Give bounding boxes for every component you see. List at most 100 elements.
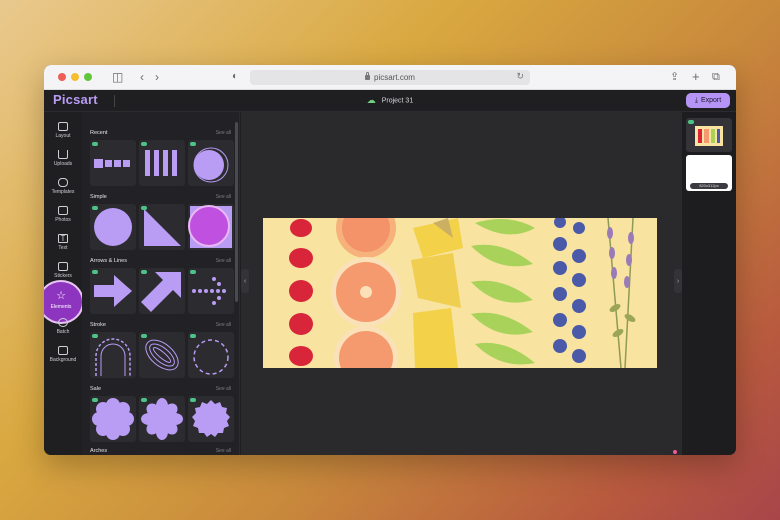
collapse-left-panel-button[interactable]: ‹ bbox=[241, 269, 249, 293]
square-selected-shape bbox=[188, 205, 232, 248]
arrow-diagonal-shape bbox=[141, 272, 181, 312]
premium-badge bbox=[688, 120, 694, 124]
circle-rings-shape bbox=[193, 147, 229, 183]
element-tile-square-selected[interactable] bbox=[188, 204, 234, 250]
circle-shape bbox=[94, 208, 132, 246]
premium-badge bbox=[141, 334, 147, 338]
panel-scrollbar[interactable] bbox=[235, 122, 238, 302]
element-tile-striped-ellipse[interactable] bbox=[139, 332, 185, 378]
premium-badge bbox=[190, 334, 196, 338]
back-icon[interactable]: ‹ bbox=[140, 69, 144, 85]
element-tile-arrow-diagonal[interactable] bbox=[139, 268, 185, 314]
see-all-link[interactable]: See all bbox=[216, 258, 231, 264]
dotted-arrow-shape bbox=[192, 277, 226, 305]
share-icon[interactable]: ⇪ bbox=[670, 69, 679, 85]
see-all-link[interactable]: See all bbox=[216, 386, 231, 392]
rail-item-elements[interactable]: ☆ Elements bbox=[44, 282, 82, 322]
rail-item-batch[interactable]: Batch bbox=[44, 318, 82, 335]
thumbnail-preview bbox=[695, 126, 723, 146]
element-tile-dashed-ring[interactable] bbox=[188, 332, 234, 378]
premium-badge bbox=[92, 206, 98, 210]
element-tile-circle[interactable] bbox=[90, 204, 136, 250]
reload-icon[interactable]: ↻ bbox=[516, 71, 524, 82]
page-thumbnail-2[interactable]: 820x312px bbox=[686, 155, 732, 191]
background-icon bbox=[58, 346, 68, 355]
section-title: Recent bbox=[90, 130, 108, 136]
sticker-icon bbox=[58, 262, 68, 271]
templates-book-icon bbox=[58, 178, 68, 187]
rail-item-templates[interactable]: Templates bbox=[44, 178, 82, 195]
see-all-link[interactable]: See all bbox=[216, 130, 231, 136]
see-all-link[interactable]: See all bbox=[216, 322, 231, 328]
element-tile-dots-row[interactable] bbox=[90, 140, 136, 186]
close-window-button[interactable] bbox=[58, 73, 66, 81]
export-label: Export bbox=[700, 97, 722, 104]
premium-badge bbox=[141, 206, 147, 210]
rail-item-stickers[interactable]: Stickers bbox=[44, 262, 82, 279]
section-header-simple: Simple See all bbox=[90, 194, 233, 204]
rail-item-photos[interactable]: Photos bbox=[44, 206, 82, 223]
element-tile-triangle[interactable] bbox=[139, 204, 185, 250]
section-title: Sale bbox=[90, 386, 102, 392]
rail-item-layout[interactable]: Layout bbox=[44, 122, 82, 139]
layout-icon bbox=[58, 122, 68, 131]
bars-shape bbox=[145, 150, 177, 176]
tab-overview-icon[interactable]: ⧉ bbox=[712, 69, 720, 85]
app-header: Picsart ☁ Project 31 ⤓ Export bbox=[44, 90, 736, 112]
sidebar-toggle-icon[interactable]: ◫ bbox=[112, 69, 123, 85]
page-thumbnail-1[interactable] bbox=[686, 118, 732, 152]
rail-item-background[interactable]: Background bbox=[44, 346, 82, 363]
section-title: Simple bbox=[90, 194, 107, 200]
minimize-window-button[interactable] bbox=[71, 73, 79, 81]
see-all-link[interactable]: See all bbox=[216, 448, 231, 454]
forward-icon[interactable]: › bbox=[155, 69, 159, 85]
address-bar[interactable]: picsart.com ↻ bbox=[250, 70, 530, 85]
section-title: Stroke bbox=[90, 322, 106, 328]
element-tile-seal-badge[interactable] bbox=[188, 396, 234, 442]
maximize-window-button[interactable] bbox=[84, 73, 92, 81]
export-button[interactable]: ⤓ Export bbox=[686, 93, 730, 108]
section-header-recent: Recent See all bbox=[90, 130, 233, 140]
section-header-stroke: Stroke See all bbox=[90, 322, 233, 332]
star-icon: ☆ bbox=[56, 290, 66, 302]
batch-icon bbox=[58, 318, 68, 327]
striped-ellipse-shape bbox=[145, 339, 179, 371]
new-tab-icon[interactable]: + bbox=[692, 69, 700, 85]
text-icon: T bbox=[58, 234, 68, 243]
see-all-link[interactable]: See all bbox=[216, 194, 231, 200]
browser-toolbar: ◫ ‹ › ◐ picsart.com ↻ ⇪ + ⧉ bbox=[44, 65, 736, 90]
elements-panel: Recent See all Simple See all Arrows & L… bbox=[82, 112, 240, 455]
element-tile-dotted-arrow[interactable] bbox=[188, 268, 234, 314]
rail-item-label: Uploads bbox=[53, 161, 73, 167]
pages-panel: 820x312px bbox=[682, 112, 736, 455]
premium-badge bbox=[190, 398, 196, 402]
premium-badge bbox=[141, 270, 147, 274]
section-title: Arches bbox=[90, 448, 108, 454]
rail-item-text[interactable]: T Text bbox=[44, 234, 82, 251]
dashed-arch-shape bbox=[95, 338, 131, 376]
rail-item-label: Background bbox=[49, 357, 77, 363]
fruit-flatlay-image bbox=[289, 218, 636, 368]
element-tile-arrow-right[interactable] bbox=[90, 268, 136, 314]
element-tile-circle-rings[interactable] bbox=[188, 140, 234, 186]
collapse-right-panel-button[interactable]: › bbox=[674, 269, 682, 293]
dots-row-shape bbox=[94, 159, 130, 168]
element-tile-scalloped-badge[interactable] bbox=[90, 396, 136, 442]
premium-badge bbox=[92, 398, 98, 402]
premium-badge bbox=[141, 398, 147, 402]
element-tile-dashed-arch[interactable] bbox=[90, 332, 136, 378]
privacy-shield-icon[interactable]: ◐ bbox=[232, 69, 238, 85]
rail-item-uploads[interactable]: Uploads bbox=[44, 150, 82, 167]
canvas-area[interactable]: ‹ › bbox=[241, 112, 682, 455]
rail-item-label: Templates bbox=[51, 189, 75, 195]
element-tile-bars[interactable] bbox=[139, 140, 185, 186]
element-tile-flower-badge[interactable] bbox=[139, 396, 185, 442]
premium-badge bbox=[141, 142, 147, 146]
download-icon: ⤓ bbox=[694, 96, 698, 104]
section-header-sale: Sale See all bbox=[90, 386, 233, 396]
artboard-fruit-image[interactable] bbox=[263, 218, 657, 368]
section-title: Arrows & Lines bbox=[90, 258, 127, 264]
project-title-area[interactable]: ☁ Project 31 bbox=[44, 95, 736, 106]
cloud-saved-icon: ☁ bbox=[366, 95, 376, 105]
rail-item-label: Layout bbox=[55, 133, 71, 139]
